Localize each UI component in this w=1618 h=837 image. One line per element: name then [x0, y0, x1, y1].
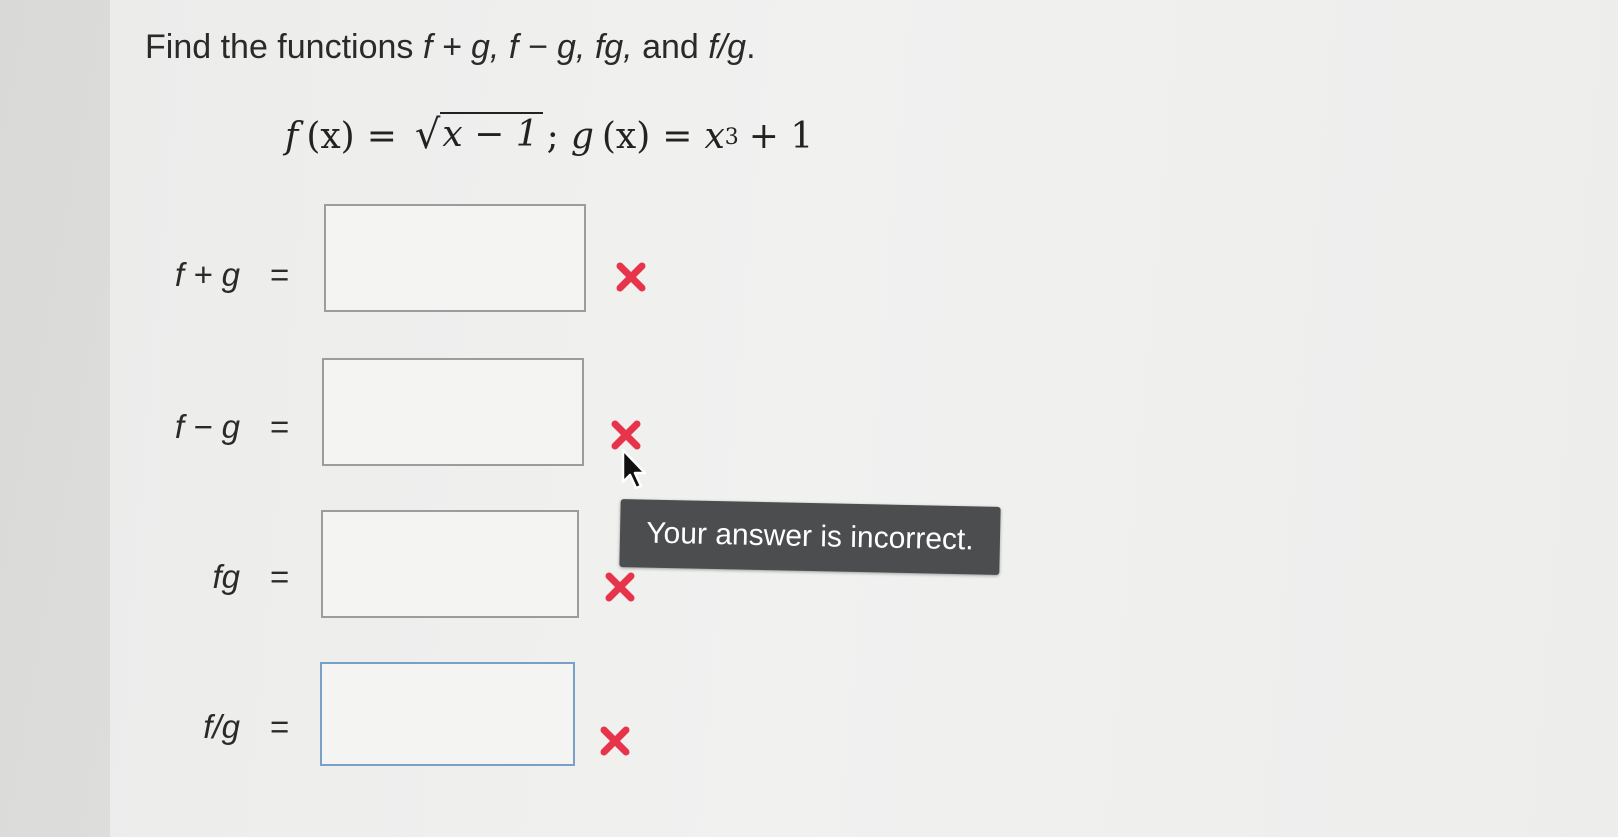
- x-icon: [605, 572, 635, 602]
- x-icon: [611, 420, 641, 450]
- g-exponent: 3: [724, 125, 739, 150]
- radicand: x − 1: [440, 112, 543, 155]
- row-equals: =: [270, 256, 290, 293]
- row-label: f − g: [174, 408, 240, 445]
- row-equals: =: [270, 408, 290, 445]
- row-label: f/g: [203, 708, 240, 745]
- sum-answer-input[interactable]: [324, 204, 586, 312]
- product-answer-input[interactable]: [321, 510, 579, 618]
- answer-row-quotient: f/g =: [0, 662, 900, 780]
- prompt-text: Find the functions: [145, 28, 423, 66]
- x-icon: [616, 262, 646, 292]
- f-symbol: f: [285, 116, 299, 157]
- difference-answer-input[interactable]: [322, 358, 584, 466]
- separator: ;: [546, 116, 559, 157]
- g-argument: (x): [601, 116, 651, 157]
- row-label: fg: [212, 558, 240, 595]
- row-label: f + g: [174, 256, 240, 293]
- x-icon: [600, 726, 630, 756]
- prompt-and: and: [632, 28, 709, 66]
- f-argument: (x): [306, 116, 355, 157]
- square-root: √ x − 1: [415, 112, 543, 155]
- g-tail: + 1: [748, 116, 814, 157]
- prompt-math: f + g, f − g, fg,: [422, 28, 633, 66]
- incorrect-tooltip: Your answer is incorrect.: [619, 499, 1001, 575]
- row-equals: =: [270, 558, 290, 595]
- function-definitions: f (x) = √ x − 1 ; g (x) = x3 + 1: [285, 112, 813, 157]
- g-symbol: g: [570, 116, 594, 157]
- answer-row-difference: f − g =: [0, 358, 900, 480]
- radical-icon: √: [414, 112, 441, 158]
- cursor-icon: [621, 448, 647, 490]
- g-base: x: [704, 116, 725, 157]
- question-prompt: Find the functions f + g, f − g, fg, and…: [145, 28, 756, 67]
- answer-row-sum: f + g =: [0, 204, 900, 328]
- row-equals: =: [270, 708, 290, 745]
- equals-sign: =: [366, 116, 397, 157]
- equals-sign: =: [662, 116, 693, 157]
- prompt-math-last: f/g: [708, 28, 747, 66]
- quotient-answer-input[interactable]: [320, 662, 575, 766]
- prompt-period: .: [746, 28, 756, 66]
